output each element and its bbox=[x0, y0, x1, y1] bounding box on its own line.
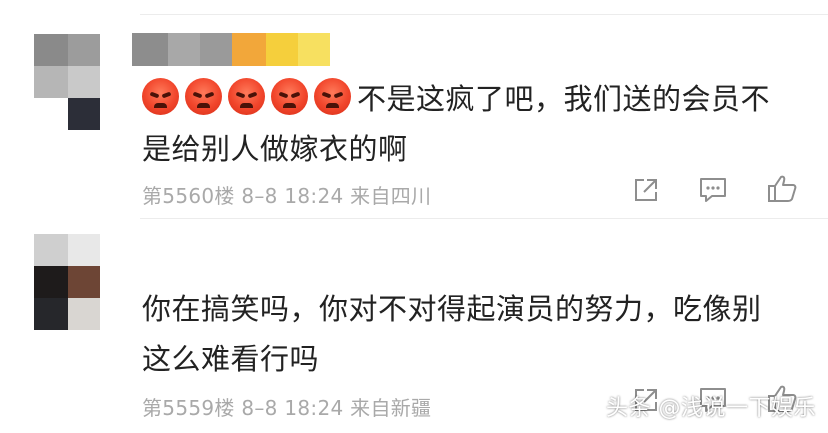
watermark: 头条 @浅说一下娱乐 bbox=[606, 396, 816, 421]
username[interactable] bbox=[132, 33, 330, 66]
share-icon bbox=[635, 179, 657, 201]
like-button[interactable] bbox=[766, 174, 798, 204]
thumbs-up-icon bbox=[768, 175, 797, 202]
comment-icon bbox=[700, 178, 726, 202]
comment-line-2: 是给别人做嫁衣的啊 bbox=[142, 132, 408, 166]
angry-face-emoji bbox=[185, 78, 222, 115]
avatar[interactable] bbox=[34, 34, 100, 130]
comment-meta: 第5559楼 8–8 18:24 来自新疆 bbox=[142, 396, 432, 420]
comment-button[interactable] bbox=[698, 176, 728, 204]
comment-line-1: 不是这疯了吧，我们送的会员不 bbox=[357, 82, 771, 116]
top-divider bbox=[140, 14, 828, 15]
comment-line-2: 这么难看行吗 bbox=[142, 342, 320, 376]
avatar[interactable] bbox=[34, 234, 100, 330]
angry-face-emoji bbox=[314, 78, 351, 115]
share-button[interactable] bbox=[632, 176, 660, 204]
angry-face-emoji bbox=[271, 78, 308, 115]
comment-line: 不是这疯了吧，我们送的会员不 bbox=[142, 74, 812, 124]
comment-meta: 第5560楼 8–8 18:24 来自四川 bbox=[142, 184, 432, 208]
comment-text: 不是这疯了吧，我们送的会员不 是给别人做嫁衣的啊 bbox=[142, 74, 812, 174]
angry-face-emoji bbox=[142, 78, 179, 115]
angry-face-emoji bbox=[228, 78, 265, 115]
comment-line-1: 你在搞笑吗，你对不对得起演员的努力，吃像别 bbox=[142, 292, 762, 326]
comment-text: 你在搞笑吗，你对不对得起演员的努力，吃像别 这么难看行吗 bbox=[142, 284, 812, 384]
comment-divider bbox=[140, 218, 828, 219]
